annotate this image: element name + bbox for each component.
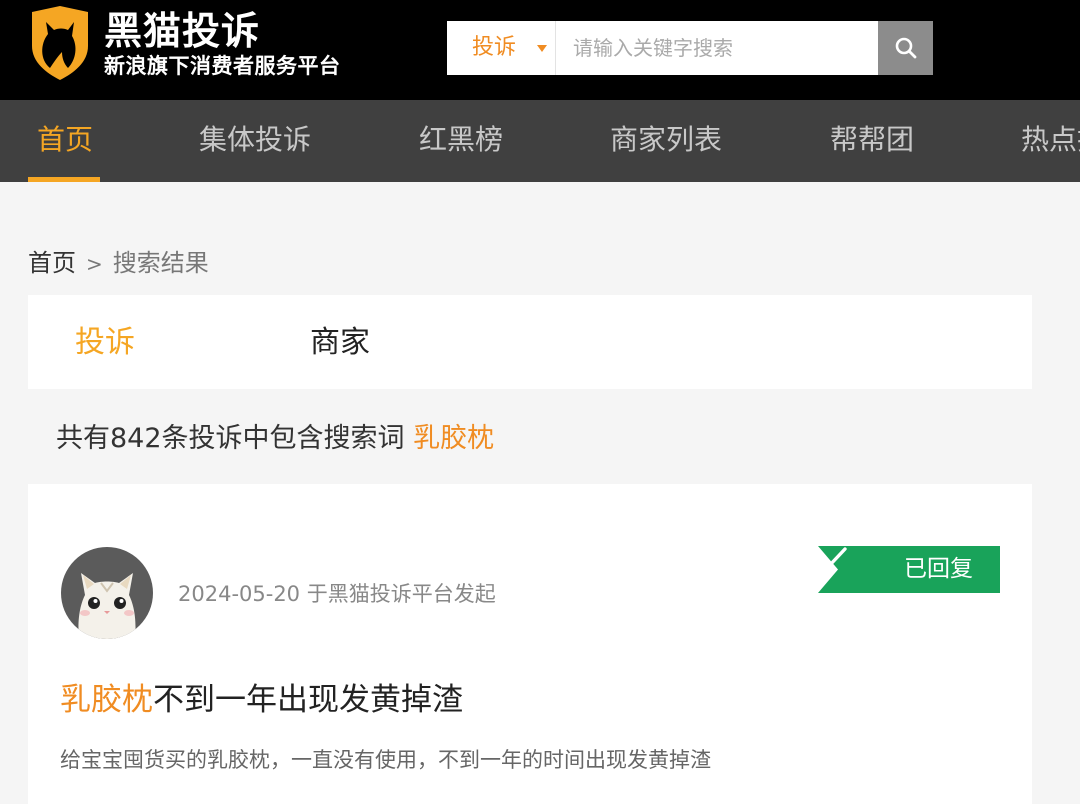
avatar	[61, 547, 153, 639]
search-keyword: 乳胶枕	[413, 423, 495, 454]
complaint-card[interactable]: 2024-05-20 于黑猫投诉平台发起 已回复 乳胶枕不到一年出现发黄掉渣 给…	[28, 484, 1032, 804]
complaint-meta: 2024-05-20 于黑猫投诉平台发起	[178, 582, 496, 606]
site-subtitle: 新浪旗下消费者服务平台	[104, 54, 341, 78]
breadcrumb-current: 搜索结果	[112, 249, 209, 277]
search-icon	[895, 37, 917, 59]
search-category-label: 投诉	[472, 35, 517, 60]
nav-item-collective-complaints[interactable]: 集体投诉	[199, 100, 311, 182]
nav-item-help-group[interactable]: 帮帮团	[830, 100, 914, 182]
site-header: 黑猫投诉 新浪旗下消费者服务平台 投诉	[0, 0, 1080, 100]
search-bar: 投诉	[447, 21, 933, 75]
nav-active-indicator	[28, 177, 100, 182]
breadcrumb-separator: >	[86, 252, 103, 276]
result-summary-text: 共有842条投诉中包含搜索词	[56, 423, 405, 454]
main-nav: 首页 集体投诉 红黑榜 商家列表 帮帮团 热点投诉	[0, 100, 1080, 182]
status-badge-label: 已回复	[904, 556, 973, 582]
check-icon	[819, 547, 847, 568]
search-input[interactable]	[557, 21, 878, 75]
tab-complaints[interactable]: 投诉	[75, 325, 135, 361]
caret-down-icon	[537, 45, 547, 52]
nav-item-red-black-list[interactable]: 红黑榜	[419, 100, 503, 182]
complaint-title[interactable]: 乳胶枕不到一年出现发黄掉渣	[60, 680, 463, 720]
breadcrumb: 首页 > 搜索结果	[28, 248, 209, 279]
search-category-dropdown[interactable]: 投诉	[447, 21, 556, 75]
complaint-title-keyword: 乳胶枕	[60, 682, 153, 718]
complaint-title-text: 不到一年出现发黄掉渣	[153, 682, 463, 718]
status-badge: 已回复	[818, 546, 1000, 593]
nav-item-merchant-list[interactable]: 商家列表	[610, 100, 722, 182]
site-title[interactable]: 黑猫投诉	[104, 8, 260, 54]
search-button[interactable]	[878, 21, 933, 75]
cat-avatar-icon	[78, 573, 136, 639]
cat-logo-icon[interactable]	[28, 6, 92, 80]
search-type-tabs: 投诉 商家	[28, 295, 1032, 389]
complaint-description: 给宝宝囤货买的乳胶枕，一直没有使用，不到一年的时间出现发黄掉渣	[60, 748, 711, 772]
nav-item-home[interactable]: 首页	[37, 100, 93, 182]
tab-merchants[interactable]: 商家	[310, 325, 370, 361]
nav-item-hot-complaints[interactable]: 热点投诉	[1021, 100, 1080, 182]
breadcrumb-home[interactable]: 首页	[28, 249, 76, 277]
result-summary: 共有842条投诉中包含搜索词 乳胶枕	[56, 422, 494, 456]
